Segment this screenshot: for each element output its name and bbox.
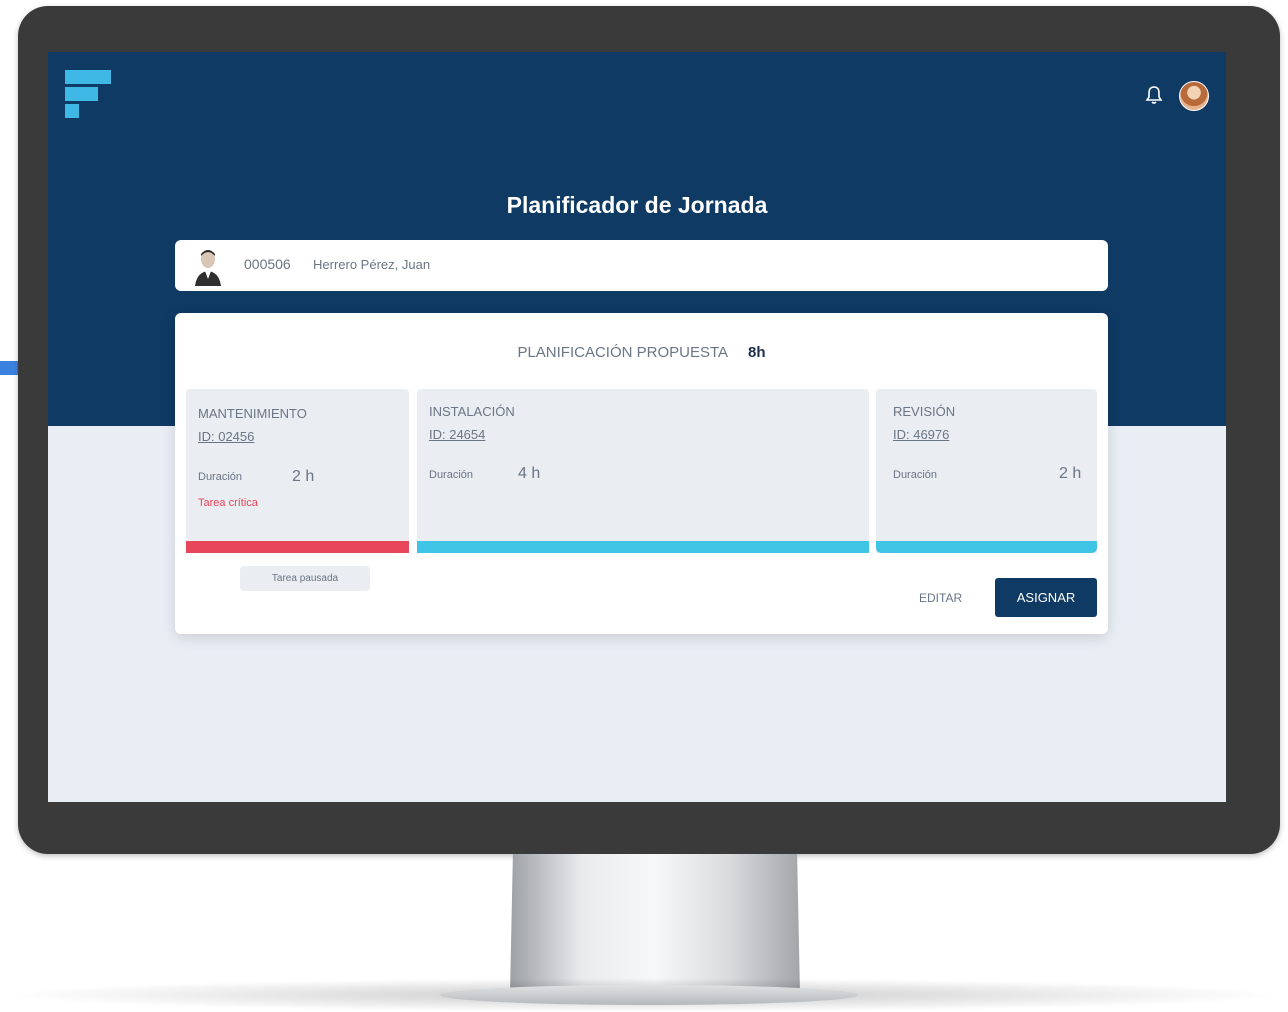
edit-button[interactable]: EDITAR xyxy=(919,591,962,605)
assign-button[interactable]: ASIGNAR xyxy=(995,578,1097,617)
task-duration-label: Duración xyxy=(429,469,474,481)
task-card-installation[interactable]: INSTALACIÓN ID: 24654 Duración 4 h xyxy=(417,389,869,553)
task-card-revision[interactable]: REVISIÓN ID: 46976 Duración 2 h xyxy=(876,389,1097,553)
task-category: REVISIÓN xyxy=(893,404,956,419)
planning-card: PLANIFICACIÓN PROPUESTA 8h MANTENIMIENTO … xyxy=(175,313,1108,634)
monitor-stand xyxy=(510,854,800,994)
task-id-link[interactable]: ID: 46976 xyxy=(893,427,949,442)
task-card-maintenance[interactable]: MANTENIMIENTO ID: 02456 Duración 2 h Tar… xyxy=(186,389,409,553)
task-duration-value: 4 h xyxy=(518,465,541,482)
plan-label: PLANIFICACIÓN PROPUESTA xyxy=(517,344,729,361)
task-category: INSTALACIÓN xyxy=(429,404,515,419)
monitor-frame: Planificador de Jornada 000506 Herrero P… xyxy=(18,6,1280,854)
task-category: MANTENIMIENTO xyxy=(198,406,307,421)
app-screen: Planificador de Jornada 000506 Herrero P… xyxy=(48,52,1226,802)
worker-name: Herrero Pérez, Juan xyxy=(313,257,431,272)
task-duration-value: 2 h xyxy=(1059,465,1082,482)
task-duration-label: Duración xyxy=(893,469,938,481)
plan-header: PLANIFICACIÓN PROPUESTA 8h xyxy=(175,344,1108,361)
worker-photo xyxy=(193,246,223,286)
worker-id: 000506 xyxy=(244,256,291,272)
page-title: Planificador de Jornada xyxy=(506,192,768,218)
paused-task-button[interactable]: Tarea pausada xyxy=(240,566,370,591)
task-status-bar xyxy=(876,541,1097,553)
task-status-bar xyxy=(417,541,869,553)
plan-total-hours: 8h xyxy=(748,344,766,361)
task-duration-value: 2 h xyxy=(292,468,315,485)
task-critical-label: Tarea crítica xyxy=(198,497,258,509)
monitor-base xyxy=(440,985,858,1005)
logo-icon[interactable] xyxy=(65,70,113,120)
user-avatar[interactable] xyxy=(1179,81,1209,111)
task-status-bar xyxy=(186,541,409,553)
task-id-link[interactable]: ID: 24654 xyxy=(429,427,485,442)
bell-icon[interactable] xyxy=(1145,85,1163,105)
task-duration-label: Duración xyxy=(198,471,243,483)
worker-selector[interactable]: 000506 Herrero Pérez, Juan xyxy=(175,240,1108,291)
task-id-link[interactable]: ID: 02456 xyxy=(198,429,254,444)
